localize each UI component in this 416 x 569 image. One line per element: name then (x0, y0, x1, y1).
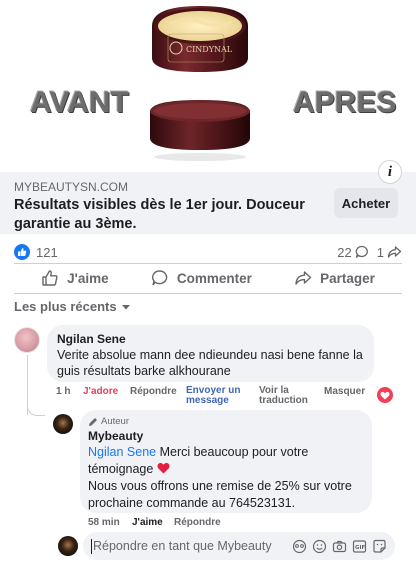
comment-sort-dropdown[interactable]: Les plus récents (14, 299, 131, 314)
reply-reply-button[interactable]: Répondre (174, 517, 221, 528)
comments-count: 22 (337, 244, 352, 260)
buy-button[interactable]: Acheter (334, 188, 398, 218)
avatar[interactable] (58, 536, 78, 556)
sort-label: Les plus récents (14, 299, 117, 314)
thumbs-up-icon (42, 270, 58, 286)
author-badge: Auteur (88, 416, 364, 428)
share-icon (295, 271, 312, 285)
reply-line-2: Nous vous offrons une remise de 25% sur … (88, 479, 352, 510)
emoji-icon[interactable] (312, 539, 327, 554)
send-message-button[interactable]: Envoyer un message (186, 386, 250, 406)
reply-button[interactable]: Répondre (130, 386, 177, 397)
mention-link[interactable]: Ngilan Sene (88, 445, 156, 459)
like-button[interactable]: J'aime (41, 267, 109, 289)
camera-icon[interactable] (332, 539, 347, 554)
reply-text: Ngilan Sene Merci beaucoup pour votre té… (88, 444, 364, 512)
like-reaction-icon (14, 244, 30, 260)
divider (14, 293, 402, 294)
reply-placeholder: Répondre en tant que Mybeauty (93, 539, 272, 553)
comment-timestamp[interactable]: 1 h (56, 386, 70, 397)
author-badge-label: Auteur (101, 416, 129, 427)
gif-icon[interactable]: GIF (352, 539, 367, 554)
ad-domain: MYBEAUTYSN.COM (14, 180, 129, 194)
divider (14, 263, 402, 264)
share-button[interactable]: Partager (294, 267, 375, 289)
text-cursor (91, 538, 92, 554)
reply-bubble: Auteur Mybeauty Ngilan Sene Merci beauco… (80, 410, 372, 513)
comment-author[interactable]: Ngilan Sene (57, 331, 364, 347)
avatar-sticker-icon[interactable] (292, 539, 307, 554)
composer-tools: GIF (292, 539, 395, 554)
heart-reaction-icon[interactable] (377, 387, 393, 403)
jar-label: CINDYNAL (186, 45, 233, 54)
svg-text:GIF: GIF (355, 545, 366, 551)
post-actions: J'aime Commenter Partager (0, 267, 416, 289)
engagement-counts[interactable]: 22 1 (337, 243, 402, 261)
ad-image[interactable]: CINDYNAL AVANT APRES (0, 0, 416, 172)
caret-down-icon (121, 304, 130, 309)
comment-count-icon (355, 245, 369, 259)
like-label: J'aime (67, 270, 109, 286)
avatar[interactable] (14, 327, 40, 353)
after-text: APRES (293, 86, 397, 119)
heart-emoji-icon (157, 462, 170, 474)
reaction-count: 121 (36, 244, 58, 260)
love-reaction-button[interactable]: J'adore (83, 386, 118, 397)
before-text: AVANT (30, 86, 129, 119)
comment-button[interactable]: Commenter (151, 267, 252, 289)
reply-author[interactable]: Mybeauty (88, 428, 364, 444)
reply-input[interactable]: Répondre en tant que Mybeauty GIF (83, 532, 395, 560)
reaction-summary[interactable]: 121 (14, 243, 58, 261)
share-count-icon (387, 245, 402, 259)
avatar[interactable] (53, 414, 73, 434)
reply-timestamp[interactable]: 58 min (88, 517, 120, 528)
ad-headline: Résultats visibles dès le 1er jour. Douc… (14, 197, 305, 232)
pencil-icon (89, 418, 97, 426)
ad-info-icon[interactable]: i (378, 160, 402, 184)
sticker-icon[interactable] (372, 539, 387, 554)
hide-button[interactable]: Masquer (324, 386, 365, 397)
thread-connector (27, 402, 45, 416)
comment-bubble: Ngilan Sene Verite absolue mann dee ndie… (47, 325, 374, 382)
comment-label: Commenter (176, 270, 252, 286)
shares-count: 1 (376, 244, 384, 260)
share-label: Partager (320, 270, 375, 286)
comment-text: Verite absolue mann dee ndieundeu nasi b… (57, 348, 363, 378)
see-translation-link[interactable]: Voir la traduction (259, 386, 319, 406)
cream-jar-image: CINDYNAL (150, 6, 250, 161)
comment-icon (151, 270, 168, 286)
reply-like-button[interactable]: J'aime (132, 517, 163, 528)
